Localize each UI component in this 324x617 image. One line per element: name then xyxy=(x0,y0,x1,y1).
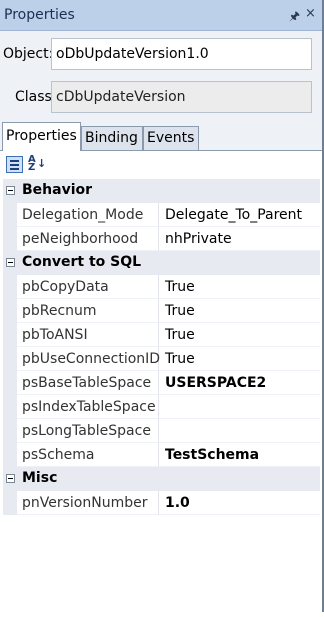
property-row[interactable]: psLongTableSpace xyxy=(3,419,320,443)
property-value[interactable]: True xyxy=(165,303,195,319)
property-name: pbCopyData xyxy=(22,279,109,295)
property-row[interactable]: pbCopyData True xyxy=(3,275,320,299)
properties-panel: Properties 🖈 × Object: oDbUpdateVersion1… xyxy=(0,0,324,617)
property-value[interactable]: nhPrivate xyxy=(165,231,232,247)
tab-properties-label: Properties xyxy=(6,128,77,144)
property-value[interactable]: True xyxy=(165,279,195,295)
property-name: Delegation_Mode xyxy=(22,207,144,223)
category-label: Misc xyxy=(22,470,58,486)
class-field: cDbUpdateVersion xyxy=(51,81,312,113)
property-value[interactable]: 1.0 xyxy=(165,495,190,511)
panel-title-bar[interactable]: Properties 🖈 × xyxy=(0,0,322,31)
property-name: psLongTableSpace xyxy=(22,423,151,439)
property-value[interactable]: True xyxy=(165,351,195,367)
property-value[interactable]: USERSPACE2 xyxy=(165,375,266,391)
property-row[interactable]: peNeighborhood nhPrivate xyxy=(3,227,320,251)
property-name: pnVersionNumber xyxy=(22,495,148,511)
property-value[interactable]: TestSchema xyxy=(165,447,259,463)
property-grid: Behavior Delegation_Mode Delegate_To_Par… xyxy=(3,179,320,515)
property-name: psSchema xyxy=(22,447,95,463)
collapse-icon[interactable] xyxy=(6,258,15,267)
property-row[interactable]: pnVersionNumber 1.0 xyxy=(3,491,320,515)
property-row[interactable]: psSchema TestSchema xyxy=(3,443,320,467)
collapse-icon[interactable] xyxy=(6,186,15,195)
tab-binding[interactable]: Binding xyxy=(81,126,143,150)
property-grid-area: A Z ↓ Behavior Delegation_Mode Delegate_… xyxy=(0,151,322,617)
sort-alphabetical-icon[interactable]: A Z ↓ xyxy=(28,155,46,173)
property-name: psIndexTableSpace xyxy=(22,399,156,415)
category-row-behavior[interactable]: Behavior xyxy=(3,179,320,203)
property-value[interactable]: True xyxy=(165,327,195,343)
categorized-view-icon[interactable] xyxy=(6,156,23,173)
property-row[interactable]: pbUseConnectionID True xyxy=(3,347,320,371)
property-name: pbUseConnectionID xyxy=(22,351,161,367)
object-field[interactable]: oDbUpdateVersion1.0 xyxy=(51,38,312,70)
property-name: pbRecnum xyxy=(22,303,97,319)
category-row-misc[interactable]: Misc xyxy=(3,467,320,491)
property-row[interactable]: psBaseTableSpace USERSPACE2 xyxy=(3,371,320,395)
object-label: Object: xyxy=(3,46,54,62)
panel-title: Properties xyxy=(4,7,75,23)
category-label: Convert to SQL xyxy=(22,254,142,270)
tab-events-label: Events xyxy=(147,130,195,146)
category-row-convert-to-sql[interactable]: Convert to SQL xyxy=(3,251,320,275)
property-name: pbToANSI xyxy=(22,327,88,343)
property-name: psBaseTableSpace xyxy=(22,375,152,391)
property-name: peNeighborhood xyxy=(22,231,139,247)
category-label: Behavior xyxy=(22,182,93,198)
collapse-icon[interactable] xyxy=(6,474,15,483)
pin-icon[interactable]: 🖈 xyxy=(289,7,300,28)
tab-binding-label: Binding xyxy=(85,130,138,146)
tab-properties[interactable]: Properties xyxy=(2,122,81,151)
object-value: oDbUpdateVersion1.0 xyxy=(56,46,209,62)
property-row[interactable]: pbToANSI True xyxy=(3,323,320,347)
tab-events[interactable]: Events xyxy=(143,126,199,150)
property-value[interactable]: Delegate_To_Parent xyxy=(165,207,302,223)
panel-bottom-edge xyxy=(0,612,324,617)
property-row[interactable]: pbRecnum True xyxy=(3,299,320,323)
class-value: cDbUpdateVersion xyxy=(56,89,186,105)
property-row[interactable]: Delegation_Mode Delegate_To_Parent xyxy=(3,203,320,227)
property-row[interactable]: psIndexTableSpace xyxy=(3,395,320,419)
class-label: Class xyxy=(15,89,52,105)
close-icon[interactable]: × xyxy=(305,6,316,21)
